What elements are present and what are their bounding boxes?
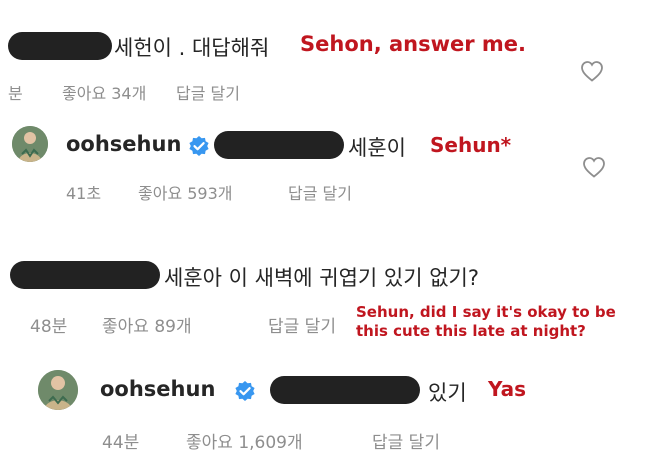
username[interactable]: oohsehun	[66, 132, 181, 156]
comment-text: 있기	[428, 381, 467, 405]
heart-outline-icon[interactable]	[582, 156, 606, 178]
reply-button[interactable]: 답글 달기	[176, 80, 240, 104]
translation-annotation: Sehun*	[430, 133, 512, 157]
username[interactable]: oohsehun	[100, 377, 215, 401]
redacted-mention	[214, 131, 344, 159]
verified-badge-icon	[235, 381, 255, 401]
reply-button[interactable]: 답글 달기	[372, 428, 440, 453]
like-count[interactable]: 좋아요 593개	[138, 180, 233, 204]
comment-time: 48분	[30, 317, 68, 337]
reply-button[interactable]: 답글 달기	[268, 312, 336, 337]
verified-badge-icon	[189, 136, 209, 156]
heart-outline-icon[interactable]	[580, 60, 604, 82]
comment-time: 41초	[66, 184, 102, 203]
comment-text: 세훈이	[348, 136, 406, 160]
redacted-mention	[270, 376, 420, 404]
avatar[interactable]	[12, 126, 48, 162]
redacted-username	[8, 32, 112, 60]
like-count[interactable]: 좋아요 34개	[62, 80, 146, 104]
translation-annotation-line1: Sehun, did I say it's okay to be	[356, 303, 616, 321]
translation-annotation: Sehon, answer me.	[300, 32, 527, 56]
like-count[interactable]: 좋아요 89개	[102, 312, 192, 337]
comment-text: 세헌이 . 대답해줘	[114, 36, 270, 60]
comment-text: 세훈아 이 새벽에 귀엽기 있기 없기?	[164, 266, 480, 290]
translation-annotation-line2: this cute this late at night?	[356, 322, 586, 340]
avatar[interactable]	[38, 370, 78, 410]
comment-time: 분	[8, 84, 23, 103]
like-count[interactable]: 좋아요 1,609개	[186, 428, 303, 453]
redacted-username	[10, 261, 160, 289]
reply-button[interactable]: 답글 달기	[288, 180, 352, 204]
comment-time: 44분	[102, 433, 140, 453]
translation-annotation: Yas	[488, 377, 527, 401]
